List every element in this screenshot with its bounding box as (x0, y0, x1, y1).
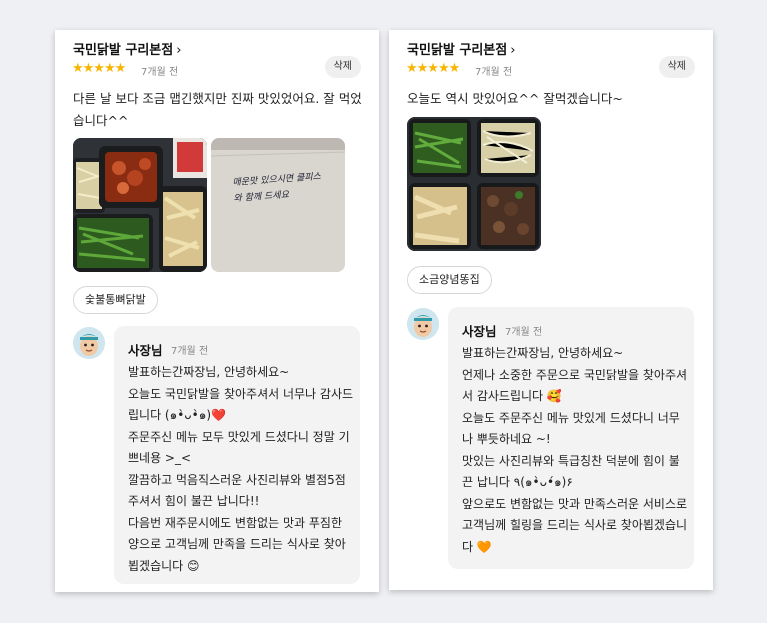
store-name-link[interactable]: 국민닭발 구리본점 › (73, 39, 181, 58)
owner-reply-date: 7개월 전 (171, 346, 209, 357)
store-name-link[interactable]: 국민닭발 구리본점 › (407, 39, 515, 58)
store-name: 국민닭발 구리본점 (407, 43, 508, 58)
owner-reply-bubble: 사장님 7개월 전 발표하는간짜장님, 안녕하세요~ 언제나 소중한 주문으로 … (448, 307, 694, 569)
star-rating: ★★★★★ (72, 61, 126, 76)
owner-reply-text: 발표하는간짜장님, 안녕하세요~ 오늘도 국민닭발을 찾아주셔서 너무나 감사드… (128, 365, 354, 573)
review-text: 오늘도 역시 맛있어요^^ 잘먹겠습니다~ (407, 91, 623, 106)
chevron-right-icon: › (176, 43, 182, 58)
note-photo[interactable]: 매운맛 있으시면 쿨피스와 함께 드세요 (211, 138, 345, 272)
owner-reply-text: 발표하는간짜장님, 안녕하세요~ 언제나 소중한 주문으로 국민닭발을 찾아주셔… (462, 346, 688, 554)
food-photo-drawing (73, 138, 207, 272)
owner-name: 사장님 (128, 343, 163, 358)
owner-name: 사장님 (462, 324, 497, 339)
food-photo[interactable] (407, 117, 541, 251)
review-text: 다른 날 보다 조금 맵긴했지만 진짜 맛있었어요. 잘 먹었습니다^^ (73, 91, 362, 128)
food-photo-drawing (407, 117, 541, 251)
owner-reply-bubble: 사장님 7개월 전 발표하는간짜장님, 안녕하세요~ 오늘도 국민닭발을 찾아주… (114, 326, 360, 584)
review-card-2: 국민닭발 구리본점 › ★★★★★ 7개월 전 삭제 오늘도 역시 맛있어요^^ … (389, 30, 713, 590)
menu-tag[interactable]: 소금양념똥집 (407, 266, 492, 294)
chevron-right-icon: › (510, 43, 516, 58)
owner-avatar-icon (73, 327, 105, 359)
note-photo-drawing (211, 138, 345, 272)
review-date: 7개월 전 (141, 67, 179, 78)
owner-avatar-icon (407, 308, 439, 340)
star-rating: ★★★★★ (406, 61, 460, 76)
menu-tag[interactable]: 숯불통뼈닭발 (73, 286, 158, 314)
food-photo[interactable] (73, 138, 207, 272)
review-card-1: 국민닭발 구리본점 › ★★★★★ 7개월 전 삭제 다른 날 보다 조금 맵긴했… (55, 30, 379, 592)
owner-reply-date: 7개월 전 (505, 327, 543, 338)
review-date: 7개월 전 (475, 67, 513, 78)
handwritten-note: 매운맛 있으시면 쿨피스와 함께 드세요 (232, 171, 322, 205)
delete-button[interactable]: 삭제 (324, 56, 361, 78)
delete-button[interactable]: 삭제 (658, 56, 695, 78)
store-name: 국민닭발 구리본점 (73, 43, 174, 58)
